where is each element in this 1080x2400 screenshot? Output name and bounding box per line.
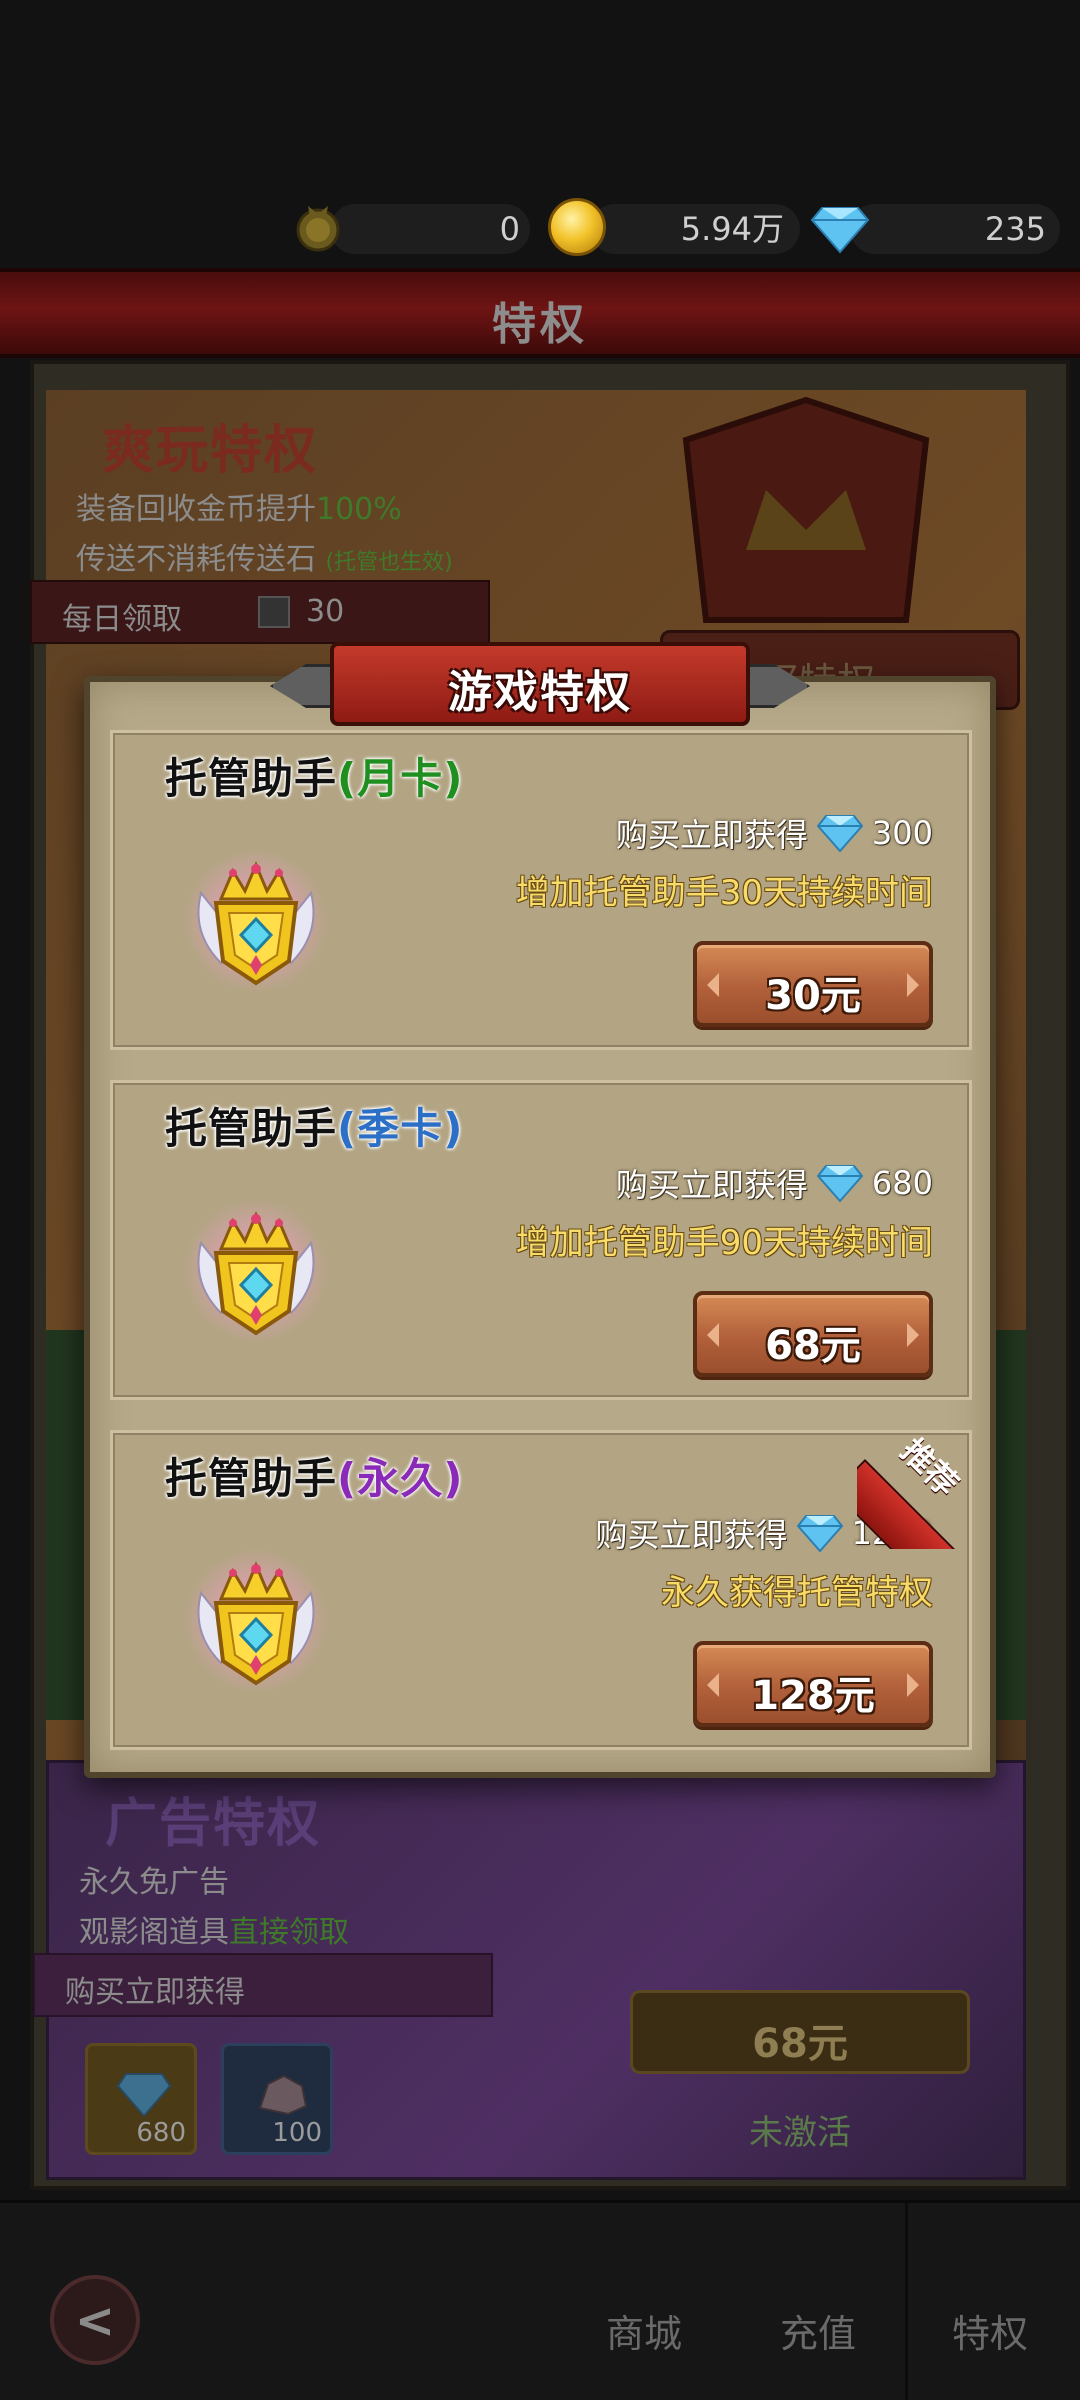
bg-reward-item-ore: 100	[221, 2043, 333, 2155]
offer-duration-tag: (季卡)	[337, 1104, 464, 1153]
bg-card1-line2-note: (托管也生效)	[325, 550, 453, 575]
recommended-label: 推荐	[893, 1431, 966, 1504]
gold-coin-icon	[548, 198, 606, 256]
bg-daily-label: 每日领取	[62, 602, 182, 637]
offer-gain-row: 购买立即获得 300	[616, 811, 933, 855]
resource-bar: 0 5.94万 235	[0, 190, 1080, 270]
bg-card1-title: 爽玩特权	[102, 421, 319, 481]
gold-count: 5.94万	[680, 210, 784, 248]
bg-card1-line1-text: 装备回收金币提升	[76, 492, 316, 527]
privilege-offer-card: 托管助手(季卡) 购买立即获得 680 增加托管助手90天持续时间 68元	[110, 1080, 972, 1400]
bg-ad-ribbon: 购买立即获得	[33, 1953, 493, 2017]
button-right-arrow-icon	[907, 1673, 919, 1697]
gain-gem-amount: 300	[871, 814, 933, 852]
offer-gain-row: 购买立即获得 680	[616, 1161, 933, 1205]
bg-card1-line2: 传送不消耗传送石 (托管也生效)	[76, 534, 453, 578]
buy-button-price: 68元	[765, 1323, 861, 1369]
gain-label: 购买立即获得	[615, 1166, 808, 1204]
assistant-emblem-icon	[181, 843, 331, 993]
diamond-icon	[796, 1513, 844, 1553]
button-right-arrow-icon	[907, 1323, 919, 1347]
offer-description: 永久获得托管特权	[661, 1573, 933, 1613]
buy-button-price: 30元	[765, 973, 861, 1019]
bg-card1-line1-value: 100%	[316, 492, 402, 527]
modal-title-banner: 游戏特权	[270, 636, 810, 732]
assistant-emblem-icon	[181, 1543, 331, 1693]
bg-ad-status: 未激活	[749, 2113, 851, 2153]
bg-ad-price-button: 68元	[630, 1990, 970, 2074]
bottom-nav: < 商城 充值 特权	[0, 2200, 1080, 2400]
bg-ad-price-label: 68元	[752, 2021, 848, 2067]
offer-title-text: 托管助手	[165, 1104, 338, 1153]
recommended-ribbon: 推荐	[857, 1429, 977, 1549]
bg-reward-item-count: 100	[272, 2118, 322, 2148]
buy-button[interactable]: 68元	[693, 1291, 933, 1377]
privilege-offer-card: 托管助手(永久) 购买立即获得 永久获得托管特权 128元 推荐	[110, 1430, 977, 1750]
back-arrow-icon: <	[74, 2293, 116, 2349]
modal-title: 游戏特权	[448, 667, 632, 718]
offer-title-text: 托管助手	[165, 1454, 338, 1503]
button-right-arrow-icon	[907, 973, 919, 997]
diamond-icon	[816, 813, 864, 853]
page-title-banner: 特权	[0, 268, 1080, 358]
offer-duration-tag: (月卡)	[337, 754, 464, 803]
bg-reward-item-diamond: 680	[85, 2043, 197, 2155]
offer-title-text: 托管助手	[165, 754, 338, 803]
offer-description: 增加托管助手90天持续时间	[515, 1223, 933, 1263]
offer-title: 托管助手(季卡)	[165, 1095, 463, 1156]
gain-gem-amount: 680	[871, 1164, 933, 1202]
privilege-offer-card: 托管助手(月卡) 购买立即获得 300 增加托管助手30天持续时间 30元	[110, 730, 972, 1050]
gain-label: 购买立即获得	[615, 816, 808, 854]
offer-description: 增加托管助手30天持续时间	[515, 873, 933, 913]
bg-crown-crest-icon	[682, 396, 930, 623]
bg-card2-title: 广告特权	[105, 1794, 322, 1854]
bg-card2-line2-text: 观影阁道具	[79, 1915, 229, 1950]
assistant-emblem-icon	[181, 1193, 331, 1343]
diamond-icon	[816, 1163, 864, 1203]
bg-ad-ribbon-label: 购买立即获得	[65, 1975, 245, 2010]
buy-button-price: 128元	[751, 1673, 875, 1719]
back-button[interactable]: <	[50, 2275, 140, 2365]
offer-title: 托管助手(永久)	[165, 1445, 463, 1506]
bg-card2-line2: 观影阁道具直接领取	[79, 1907, 349, 1951]
gem-count: 235	[984, 210, 1046, 248]
tab-privilege[interactable]: 特权	[910, 2303, 1070, 2358]
gain-label: 购买立即获得	[595, 1516, 788, 1554]
offer-title: 托管助手(月卡)	[165, 745, 463, 806]
buy-button[interactable]: 128元	[693, 1641, 933, 1727]
buy-button[interactable]: 30元	[693, 941, 933, 1027]
ore-icon	[258, 2074, 308, 2116]
tab-shop[interactable]: 商城	[564, 2303, 724, 2358]
medal-icon	[296, 206, 340, 252]
nav-divider	[905, 2203, 908, 2400]
bg-daily-item-icon	[258, 596, 290, 628]
bg-card2-line2-value: 直接领取	[229, 1915, 349, 1950]
bg-card2-line1: 永久免广告	[79, 1865, 229, 1900]
offer-duration-tag: (永久)	[337, 1454, 464, 1503]
tab-recharge[interactable]: 充值	[738, 2303, 898, 2358]
bg-reward-item-count: 680	[136, 2118, 186, 2148]
diamond-icon	[116, 2073, 172, 2118]
bg-daily-value: 30	[306, 594, 345, 629]
bg-daily-ribbon: 每日领取 30	[30, 580, 490, 644]
bg-card1-line1: 装备回收金币提升100%	[76, 484, 402, 528]
medal-count: 0	[499, 210, 520, 248]
bg-card1-line2-text: 传送不消耗传送石	[76, 542, 316, 577]
page-title: 特权	[492, 299, 588, 350]
